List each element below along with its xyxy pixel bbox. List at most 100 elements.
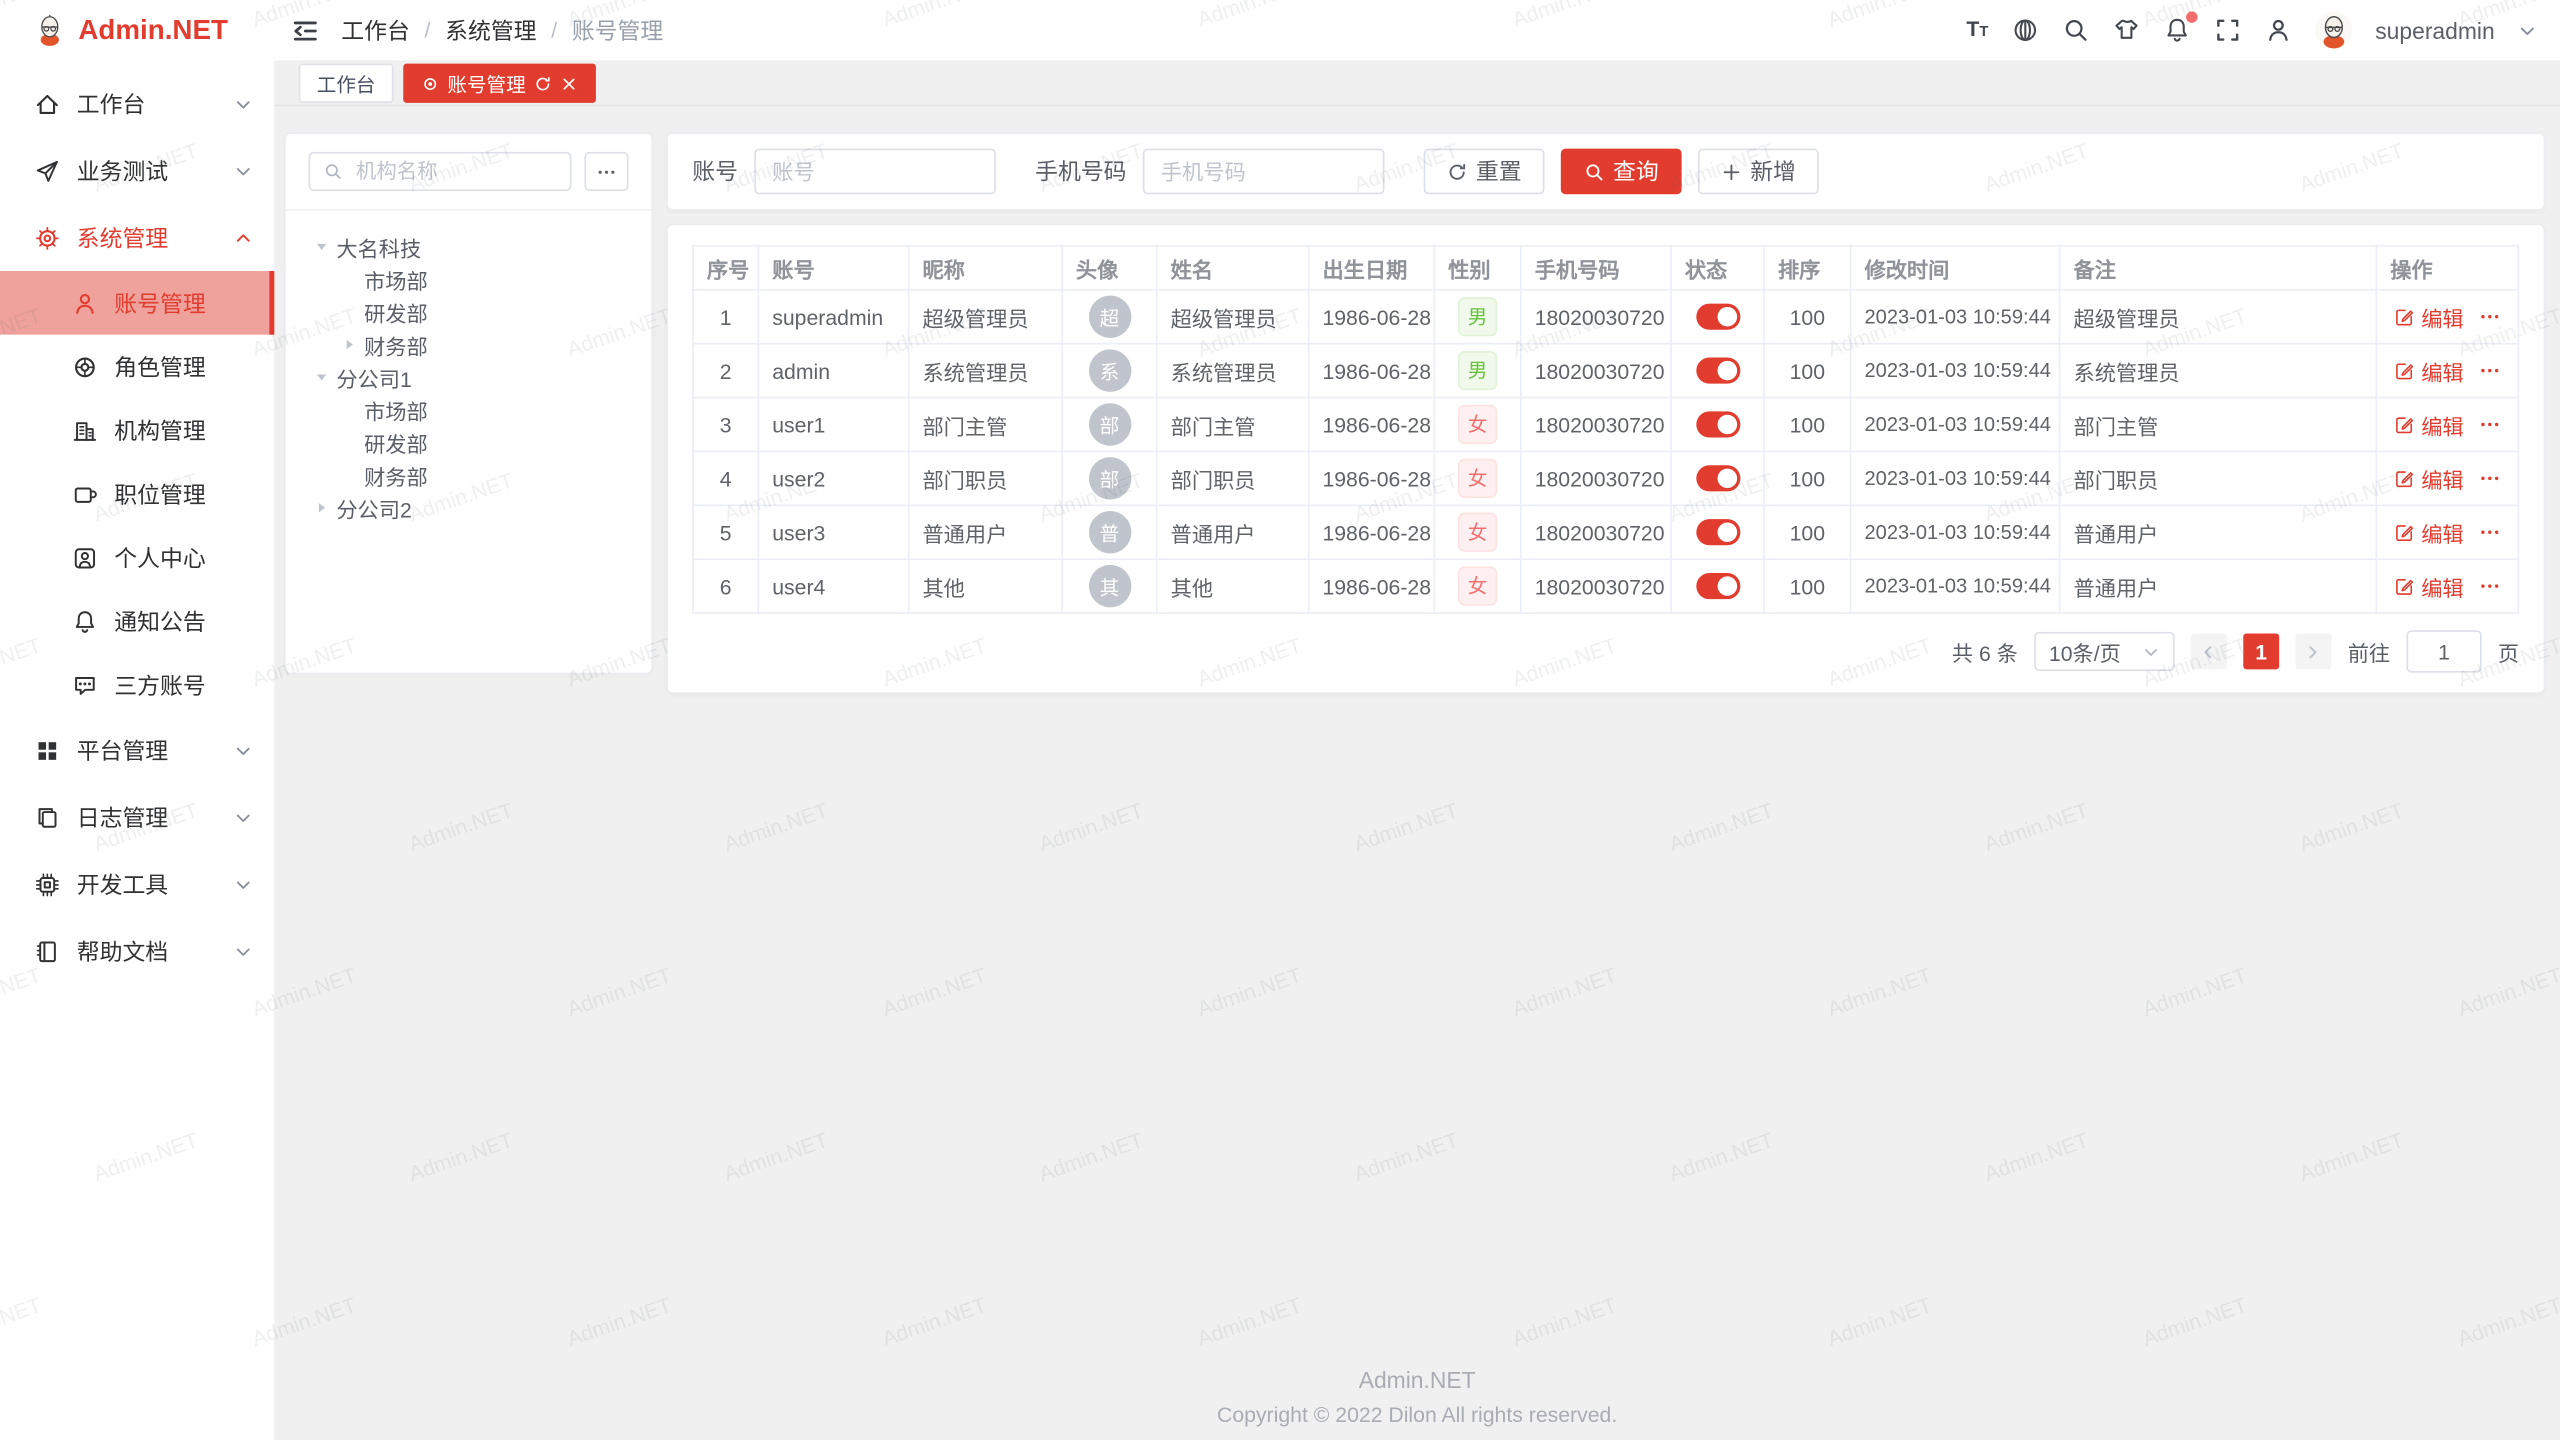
- chevron-down-icon: [233, 94, 253, 114]
- page-size-select[interactable]: 10条/页: [2034, 632, 2174, 671]
- username[interactable]: superadmin: [2375, 17, 2494, 43]
- theme-shirt-icon[interactable]: [2112, 16, 2140, 44]
- tree-node[interactable]: 分公司2: [296, 491, 642, 524]
- sidebar-item-send[interactable]: 业务测试: [0, 137, 274, 204]
- search-icon[interactable]: [2062, 16, 2090, 44]
- sidebar-subitem-label: 职位管理: [114, 478, 205, 511]
- edit-button[interactable]: 编辑: [2393, 571, 2463, 602]
- tab-refresh-icon[interactable]: [534, 74, 552, 92]
- cell-time: 2023-01-03 10:59:44: [1851, 344, 2060, 398]
- status-toggle[interactable]: [1696, 358, 1740, 384]
- tree-node[interactable]: 研发部: [296, 426, 642, 459]
- more-actions-button[interactable]: [2478, 359, 2501, 382]
- tab-workbench[interactable]: 工作台: [299, 64, 394, 103]
- org-panel-header: [286, 134, 652, 211]
- org-more-button[interactable]: [584, 152, 628, 191]
- edit-button[interactable]: 编辑: [2393, 409, 2463, 440]
- tree-node[interactable]: 市场部: [296, 263, 642, 296]
- profile-icon: [72, 544, 98, 570]
- tab-close-icon[interactable]: [560, 74, 578, 92]
- status-toggle[interactable]: [1696, 412, 1740, 438]
- edit-button[interactable]: 编辑: [2393, 517, 2463, 548]
- tree-node[interactable]: 财务部: [296, 459, 642, 492]
- notification-bell-icon[interactable]: [2163, 16, 2191, 44]
- account-filter-input[interactable]: [754, 149, 996, 195]
- pagination-total: 共 6 条: [1952, 636, 2018, 667]
- org-search-input[interactable]: [353, 158, 557, 184]
- cell-ops: 编辑: [2376, 344, 2518, 398]
- user-menu-chevron-icon[interactable]: [2518, 20, 2538, 40]
- prev-page-button[interactable]: [2191, 633, 2227, 669]
- query-button[interactable]: 查询: [1561, 149, 1682, 195]
- fullscreen-icon[interactable]: [2214, 16, 2242, 44]
- tree-node[interactable]: 市场部: [296, 393, 642, 426]
- edit-button[interactable]: 编辑: [2393, 355, 2463, 386]
- status-toggle[interactable]: [1696, 304, 1740, 330]
- sidebar-item-label: 日志管理: [77, 801, 168, 834]
- profile-icon[interactable]: [2264, 16, 2292, 44]
- goto-page-input[interactable]: [2407, 630, 2482, 672]
- more-actions-button[interactable]: [2478, 305, 2501, 328]
- status-toggle[interactable]: [1696, 466, 1740, 492]
- edit-button[interactable]: 编辑: [2393, 301, 2463, 332]
- collapse-sidebar-icon[interactable]: [291, 16, 320, 45]
- footer: Admin.NET Copyright © 2022 Dilon All rig…: [274, 1367, 2560, 1427]
- chevron-down-icon: [233, 161, 253, 181]
- sidebar-item-home[interactable]: 工作台: [0, 70, 274, 137]
- sidebar-item-docs[interactable]: 帮助文档: [0, 918, 274, 985]
- next-page-button[interactable]: [2295, 633, 2331, 669]
- cell-avatar: 其: [1062, 559, 1157, 613]
- app-logo[interactable]: Admin.NET: [0, 0, 274, 60]
- cell-ops: 编辑: [2376, 290, 2518, 344]
- gender-badge: 男: [1458, 351, 1497, 390]
- sidebar-item-label: 开发工具: [77, 868, 168, 901]
- edit-button[interactable]: 编辑: [2393, 463, 2463, 494]
- cell-nickname: 部门职员: [909, 451, 1062, 505]
- sidebar-item-tools[interactable]: 开发工具: [0, 851, 274, 918]
- status-toggle[interactable]: [1696, 520, 1740, 546]
- more-actions-button[interactable]: [2478, 413, 2501, 436]
- sidebar-subitem-profile[interactable]: 个人中心: [0, 526, 274, 590]
- sidebar-item-grid[interactable]: 平台管理: [0, 717, 274, 784]
- sidebar-subitem-label: 账号管理: [114, 287, 205, 320]
- language-icon[interactable]: [2011, 16, 2039, 44]
- sidebar-subitem-user[interactable]: 账号管理: [0, 271, 274, 335]
- tree-node[interactable]: 大名科技: [296, 230, 642, 263]
- more-actions-button[interactable]: [2478, 521, 2501, 544]
- page-1-button[interactable]: 1: [2243, 633, 2279, 669]
- phone-filter-input[interactable]: [1143, 149, 1385, 195]
- chevron-down-icon: [233, 740, 253, 760]
- cell-status: [1671, 559, 1764, 613]
- font-size-icon[interactable]: TT: [1966, 15, 1988, 46]
- sidebar-subitem-org[interactable]: 机构管理: [0, 398, 274, 462]
- add-button[interactable]: 新增: [1698, 149, 1819, 195]
- sidebar-subitem-role[interactable]: 角色管理: [0, 335, 274, 399]
- active-dot-icon: [421, 74, 439, 92]
- chevron-down-icon: [233, 874, 253, 894]
- row-actions: 编辑: [2390, 409, 2504, 440]
- sidebar-item-logs[interactable]: 日志管理: [0, 784, 274, 851]
- sidebar-item-gear[interactable]: 系统管理: [0, 204, 274, 271]
- org-search-box[interactable]: [309, 152, 572, 191]
- tree-node[interactable]: 研发部: [296, 296, 642, 329]
- breadcrumb-item[interactable]: 系统管理: [445, 14, 536, 47]
- status-toggle[interactable]: [1696, 574, 1740, 600]
- more-actions-button[interactable]: [2478, 575, 2501, 598]
- breadcrumb-item[interactable]: 工作台: [341, 14, 410, 47]
- more-actions-button[interactable]: [2478, 467, 2501, 490]
- sidebar-subitem-bell[interactable]: 通知公告: [0, 589, 274, 653]
- tab-account-management[interactable]: 账号管理: [403, 64, 596, 103]
- tree-node[interactable]: 财务部: [296, 328, 642, 361]
- cell-seq: 4: [693, 451, 758, 505]
- user-avatar[interactable]: [2315, 11, 2353, 49]
- cell-phone: 18020030720: [1521, 344, 1671, 398]
- sidebar-subitem-chat[interactable]: 三方账号: [0, 653, 274, 717]
- table-row: 3user1部门主管部部门主管1986-06-28女18020030720100…: [693, 398, 2518, 452]
- reset-button[interactable]: 重置: [1424, 149, 1545, 195]
- cell-sort: 100: [1764, 559, 1851, 613]
- table-row: 2admin系统管理员系系统管理员1986-06-28男180200307201…: [693, 344, 2518, 398]
- cell-remark: 部门职员: [2060, 451, 2377, 505]
- tree-node-label: 市场部: [364, 394, 428, 425]
- tree-node[interactable]: 分公司1: [296, 361, 642, 394]
- sidebar-subitem-position[interactable]: 职位管理: [0, 462, 274, 526]
